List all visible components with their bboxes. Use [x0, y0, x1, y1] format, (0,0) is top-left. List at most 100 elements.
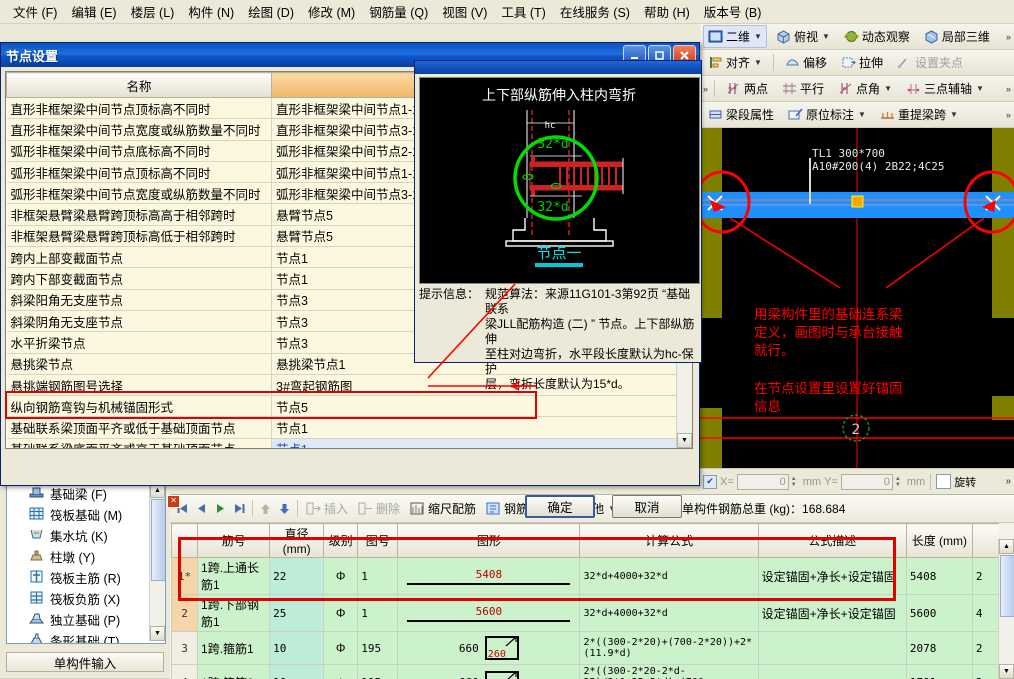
toolbar-button-cube[interactable]: 俯视 ▼	[771, 25, 835, 48]
menu-tools[interactable]: 工具 (T)	[494, 0, 552, 24]
rebar-row-description	[758, 665, 906, 679]
dialog-title-text: 节点设置	[6, 46, 58, 65]
rebar-grid-scrollbar[interactable]: ▲ ▼	[998, 539, 1014, 679]
toolbar-overflow-chevron[interactable]: »	[1006, 110, 1011, 120]
node-settings-row[interactable]: 基础联系梁顶面平齐或低于基础顶面节点节点1	[7, 417, 680, 438]
node-settings-row[interactable]: 纵向钢筋弯钩与机械锚固形式节点5	[7, 396, 680, 417]
menu-component[interactable]: 构件 (N)	[181, 0, 241, 24]
menu-file[interactable]: 文件 (F)	[6, 0, 64, 24]
rebar-scroll-down-arrow[interactable]: ▼	[999, 664, 1014, 679]
rebar-row[interactable]: 1*1跨.上通长筋122Φ1540832*d+4000+32*d设定锚固+净长+…	[172, 558, 1000, 595]
menu-help[interactable]: 帮助 (H)	[637, 0, 697, 24]
component-tree[interactable]: 基础梁 (F)筏板基础 (M)集水坑 (K)柱墩 (Y)筏板主筋 (R)筏板负筋…	[6, 482, 166, 644]
node-value-cell: 节点1	[272, 417, 680, 438]
status-checkbox[interactable]: ✔	[703, 475, 717, 489]
node-settings-row[interactable]: 基础联系梁底面平齐或高于基础顶面节点节点1	[7, 438, 680, 449]
toolbar-button-parallel[interactable]: 平行	[777, 77, 829, 100]
rebar-button-insert[interactable]: 插入	[302, 498, 352, 519]
toolbar-button-label: 俯视	[794, 28, 818, 45]
chevron-down-icon[interactable]: ▼	[950, 110, 958, 119]
insert-icon	[306, 501, 321, 516]
toolbar-button-set-grip[interactable]: 设置夹点	[892, 51, 968, 74]
cancel-button[interactable]: 取消	[612, 495, 682, 518]
toolbar-button-align[interactable]: 对齐 ▼	[703, 51, 767, 74]
rebar-button-delete[interactable]: 删除	[354, 498, 404, 519]
toolbar-button-point-angle[interactable]: 点角▼	[833, 77, 897, 100]
toolbar-overflow-chevron[interactable]: »	[1006, 32, 1011, 42]
tree-item-raft-main-rebar[interactable]: 筏板主筋 (R)	[7, 567, 165, 588]
cad-drawing-canvas[interactable]: TL1 300*700 A10#200(4) 2B22;4C25 2 用梁构件里	[700, 128, 1014, 468]
chevron-down-icon[interactable]: ▼	[976, 84, 984, 93]
x-spinner[interactable]: ▲▼	[791, 476, 800, 488]
tree-item-column-pier[interactable]: 柱墩 (Y)	[7, 546, 165, 567]
move-up-button[interactable]	[257, 501, 274, 517]
chevron-down-icon[interactable]: ▼	[754, 58, 762, 67]
rebar-column-header-4: 图号	[358, 524, 398, 558]
tree-item-isolated-foundation[interactable]: 独立基础 (P)	[7, 609, 165, 630]
rebar-row[interactable]: 31跨.箍筋110Φ1956602602*((300-2*20)+(700-2*…	[172, 632, 1000, 665]
rebar-panel-close-icon[interactable]: ✕	[167, 495, 180, 508]
rebar-button-scale-rebar[interactable]: 缩尺配筋	[406, 498, 480, 519]
tree-item-foundation-beam[interactable]: 基础梁 (F)	[7, 483, 165, 504]
toolbar-overflow-chevron[interactable]: »	[703, 84, 708, 94]
rebar-row-figure-no: 1	[358, 558, 398, 595]
toolbar-button-offset[interactable]: 偏移	[780, 51, 832, 74]
tree-scrollbar[interactable]: ▲ ▼	[149, 483, 165, 641]
last-record-button[interactable]	[231, 501, 248, 517]
node-value-cell[interactable]: 节点1	[272, 438, 680, 449]
menu-rebar-quantity[interactable]: 钢筋量 (Q)	[362, 0, 435, 24]
chevron-down-icon[interactable]: ▼	[822, 32, 830, 41]
toolbar-button-label: 对齐	[726, 54, 750, 71]
toolbar-button-partial-3d[interactable]: 局部三维	[919, 25, 995, 48]
tree-item-label: 条形基础 (T)	[50, 631, 119, 644]
rebar-scroll-thumb[interactable]	[1000, 555, 1014, 617]
chevron-down-icon[interactable]: ▼	[754, 32, 762, 41]
menu-draw[interactable]: 绘图 (D)	[241, 0, 301, 24]
y-spinner[interactable]: ▲▼	[895, 476, 904, 488]
rebar-grid[interactable]: 筋号直径 (mm)级别图号图形计算公式公式描述长度 (mm) 1*1跨.上通长筋…	[171, 523, 999, 679]
menu-floor[interactable]: 楼层 (L)	[124, 0, 182, 24]
node-list-scroll-down-arrow[interactable]: ▼	[677, 433, 692, 448]
tree-item-sump-pit[interactable]: 集水坑 (K)	[7, 525, 165, 546]
rotate-checkbox[interactable]	[936, 474, 951, 489]
toolbar-button-two-point[interactable]: 两点	[721, 77, 773, 100]
single-component-input-tab[interactable]: 单构件输入	[6, 652, 164, 672]
menu-view[interactable]: 视图 (V)	[435, 0, 494, 24]
toolbar-button-two-d[interactable]: 二维▼	[703, 25, 767, 48]
toolbar-button-re-extract-span[interactable]: 重提梁跨▼	[875, 103, 963, 126]
y-input[interactable]: 0	[841, 474, 893, 490]
re-extract-span-icon	[880, 107, 895, 122]
menu-version[interactable]: 版本号 (B)	[697, 0, 769, 24]
rebar-row[interactable]: 21跨.下部钢筋125Φ1560032*d+4000+32*d设定锚固+净长+设…	[172, 595, 1000, 632]
toolbar-button-orbit[interactable]: 动态观察	[839, 25, 915, 48]
menu-edit[interactable]: 编辑 (E)	[64, 0, 123, 24]
scale-rebar-icon	[410, 501, 425, 516]
tree-item-raft-foundation[interactable]: 筏板基础 (M)	[7, 504, 165, 525]
previous-record-button[interactable]	[193, 501, 210, 517]
toolbar-button-stretch[interactable]: 拉伸	[836, 51, 888, 74]
ok-button[interactable]: 确定	[525, 495, 595, 518]
point-angle-icon	[838, 81, 853, 96]
tree-scroll-down-arrow[interactable]: ▼	[150, 626, 165, 641]
toolbar-button-in-place-annotation[interactable]: 原位标注▼	[783, 103, 871, 126]
menu-online-service[interactable]: 在线服务 (S)	[553, 0, 637, 24]
toolbar-button-three-point-axis[interactable]: 三点辅轴▼	[901, 77, 989, 100]
beam-seg-props-icon	[708, 107, 723, 122]
next-record-button[interactable]	[212, 501, 229, 517]
statusbar-overflow-chevron[interactable]: »	[1005, 476, 1011, 487]
tree-item-raft-negative-rebar[interactable]: 筏板负筋 (X)	[7, 588, 165, 609]
toolbar-button-beam-seg-props[interactable]: 梁段属性	[703, 103, 779, 126]
move-down-button[interactable]	[276, 501, 293, 517]
chevron-down-icon[interactable]: ▼	[884, 84, 892, 93]
isolated-foundation-icon	[29, 611, 46, 628]
rebar-row-formula: 32*d+4000+32*d	[580, 558, 758, 595]
chevron-down-icon[interactable]: ▼	[858, 110, 866, 119]
rebar-row[interactable]: 41跨.箍筋210Φ1956601172*((300-2*20-2*d-25)/…	[172, 665, 1000, 679]
two-d-icon	[708, 29, 723, 44]
toolbar-overflow-chevron[interactable]: »	[1006, 84, 1011, 94]
rebar-scroll-up-arrow[interactable]: ▲	[999, 539, 1014, 554]
x-input[interactable]: 0	[737, 474, 789, 490]
tree-scroll-thumb[interactable]	[151, 499, 166, 581]
tree-item-strip-foundation[interactable]: 条形基础 (T)	[7, 630, 165, 644]
menu-modify[interactable]: 修改 (M)	[301, 0, 362, 24]
